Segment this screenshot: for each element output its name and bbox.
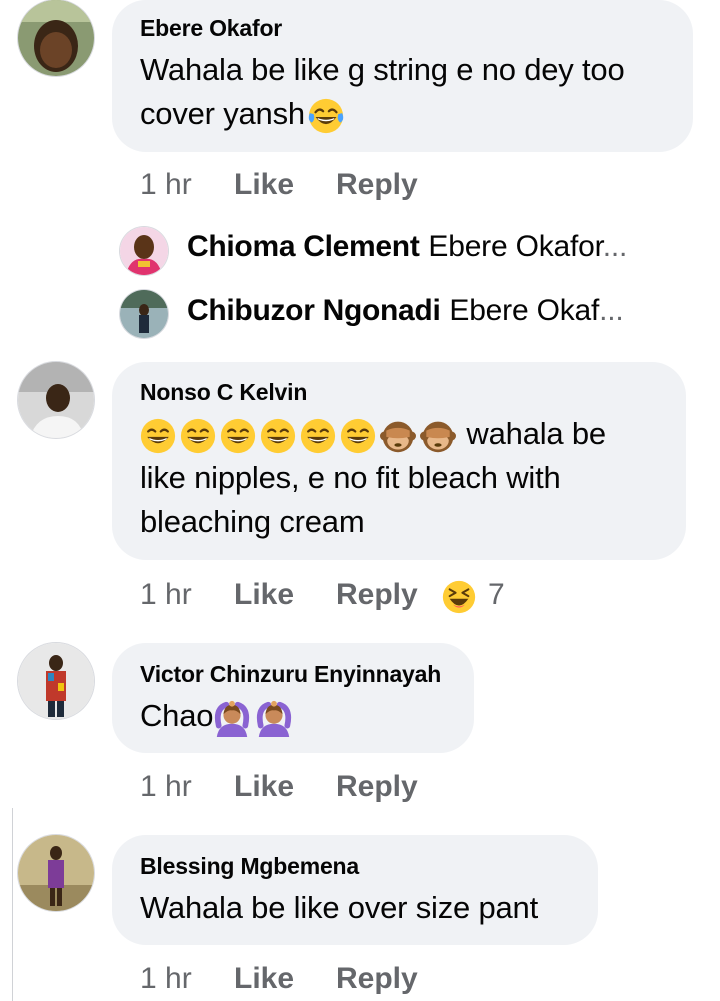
reply-text: Ebere Okafor (428, 230, 603, 263)
like-button[interactable]: Like (234, 770, 294, 804)
comment-author[interactable]: Victor Chinzuru Enyinnayah (140, 661, 441, 688)
thread-divider (0, 808, 13, 1001)
grinning-squint-emoji-icon (140, 418, 176, 454)
avatar-photo-icon (18, 362, 94, 438)
reaction-summary[interactable] (442, 580, 476, 614)
reply-button[interactable]: Reply (336, 962, 418, 996)
tears-of-joy-emoji-icon (307, 97, 345, 135)
see-no-evil-monkey-emoji-icon (420, 418, 456, 454)
comment-text-line-3: bleaching cream (140, 504, 365, 539)
comment-text: Chao (140, 698, 214, 733)
comment-author[interactable]: Nonso C Kelvin (140, 379, 307, 406)
avatar-photo-icon (18, 0, 94, 76)
avatar-photo-icon (18, 835, 94, 911)
grinning-squint-emoji-icon (180, 418, 216, 454)
avatar[interactable] (18, 0, 94, 76)
avatar[interactable] (18, 362, 94, 438)
comment-text-container: Chao (140, 694, 295, 738)
comment-text-line-1: wahala be (466, 416, 606, 451)
reply-author[interactable]: Chibuzor Ngonadi (187, 294, 441, 327)
avatar[interactable] (120, 227, 168, 275)
reply-ellipsis: ... (602, 230, 628, 263)
reply-author[interactable]: Chioma Clement (187, 230, 420, 263)
reply-button[interactable]: Reply (336, 770, 418, 804)
comment-text-line-1: Wahala be like g string e no dey too (140, 52, 625, 87)
avatar[interactable] (18, 835, 94, 911)
person-gesturing-ok-emoji-icon (213, 699, 251, 737)
person-gesturing-ok-emoji-icon (255, 699, 293, 737)
grinning-squint-emoji-icon (340, 418, 376, 454)
laughing-face-emoji-icon (442, 580, 476, 614)
like-button[interactable]: Like (234, 962, 294, 996)
avatar-photo-icon (120, 290, 168, 338)
comment-time[interactable]: 1 hr (140, 770, 192, 804)
comment-text-line-2: cover yansh (140, 96, 305, 131)
avatar-photo-icon (18, 643, 94, 719)
comment-text-line-1-container: wahala be (140, 412, 606, 456)
comment-time[interactable]: 1 hr (140, 962, 192, 996)
like-button[interactable]: Like (234, 168, 294, 202)
comment-author[interactable]: Ebere Okafor (140, 15, 282, 42)
reaction-count[interactable]: 7 (488, 578, 505, 612)
reply-button[interactable]: Reply (336, 168, 418, 202)
grinning-squint-emoji-icon (260, 418, 296, 454)
reply-text: Ebere Okaf (449, 294, 600, 327)
grinning-squint-emoji-icon (220, 418, 256, 454)
reply-button[interactable]: Reply (336, 578, 418, 612)
avatar[interactable] (18, 643, 94, 719)
avatar-photo-icon (120, 227, 168, 275)
comment-text: Wahala be like over size pant (140, 890, 538, 925)
comment-time[interactable]: 1 hr (140, 578, 192, 612)
comment-time[interactable]: 1 hr (140, 168, 192, 202)
like-button[interactable]: Like (234, 578, 294, 612)
comment-author[interactable]: Blessing Mgbemena (140, 853, 359, 880)
comment-text-line-2: like nipples, e no fit bleach with (140, 460, 561, 495)
avatar[interactable] (120, 290, 168, 338)
reply-ellipsis: ... (599, 294, 624, 327)
see-no-evil-monkey-emoji-icon (380, 418, 416, 454)
grinning-squint-emoji-icon (300, 418, 336, 454)
comment-text-line-2-container: cover yansh (140, 92, 347, 136)
